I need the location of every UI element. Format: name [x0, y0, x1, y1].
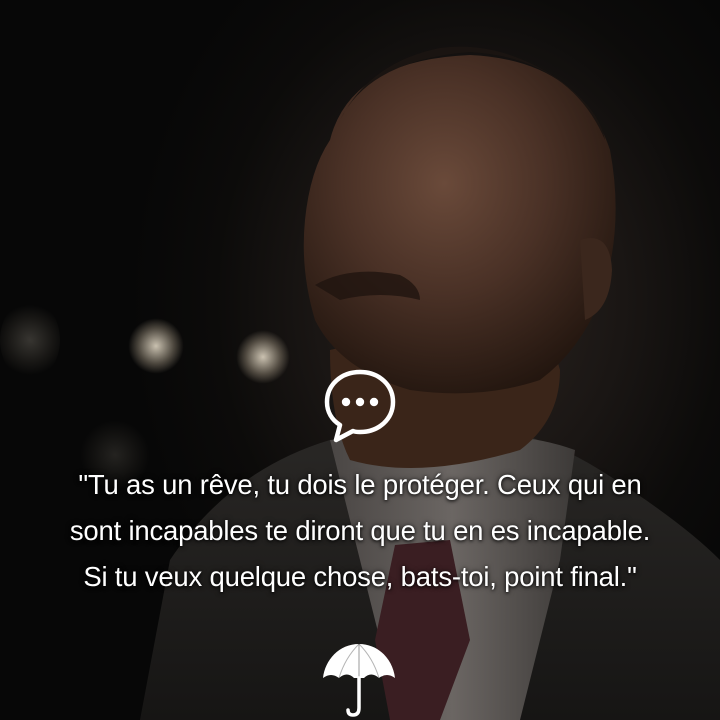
quote-line: "Tu as un rêve, tu dois le protéger. Ceu… — [78, 469, 642, 500]
portrait-photo — [140, 46, 720, 720]
quote-line: sont incapables te diront que tu en es i… — [69, 515, 651, 546]
speech-bubble-icon — [324, 369, 396, 443]
quote-image: "Tu as un rêve, tu dois le protéger. Ceu… — [0, 0, 720, 720]
quote-line: Si tu veux quelque chose, bats-toi, poin… — [83, 561, 637, 592]
quote-text: "Tu as un rêve, tu dois le protéger. Ceu… — [0, 462, 720, 600]
umbrella-icon — [323, 643, 395, 717]
